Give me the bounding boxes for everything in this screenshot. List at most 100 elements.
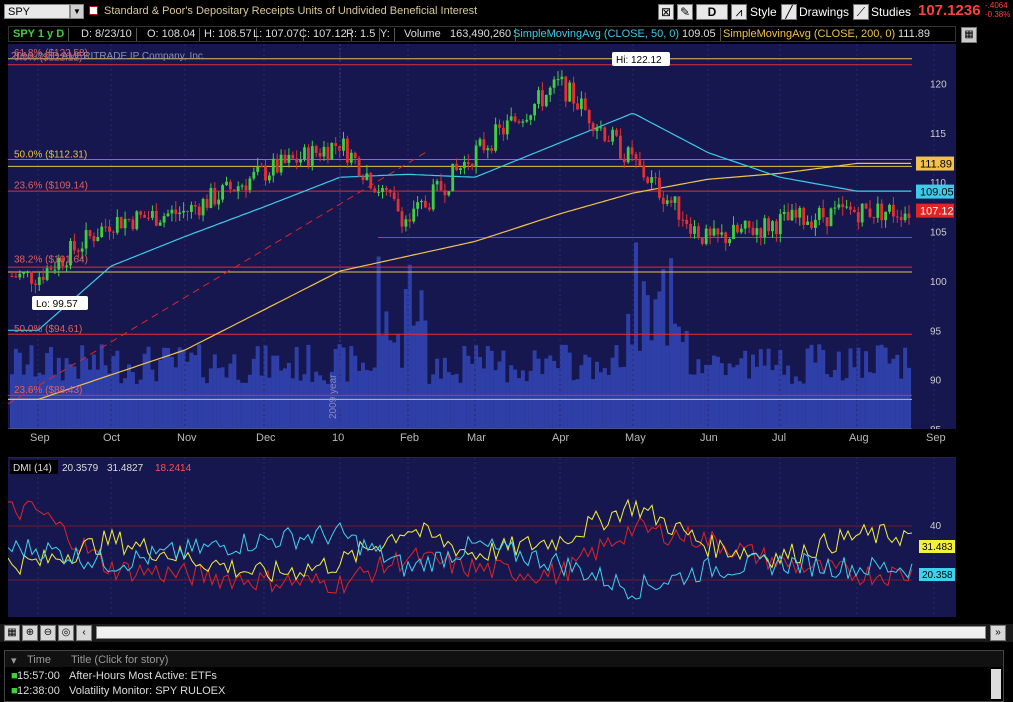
magnifier-icon[interactable]: ◎ <box>58 625 74 641</box>
candle-body <box>377 191 380 193</box>
volume-bar <box>649 340 654 429</box>
volume-bar <box>267 377 272 429</box>
volume-bar <box>641 281 646 429</box>
candle-body <box>115 217 119 233</box>
news-panel: ▾ Time Title (Click for story) ■ 15:57:0… <box>4 650 1004 702</box>
wrench-icon[interactable]: ✎ <box>677 4 693 20</box>
candle-body <box>443 190 447 196</box>
month-label: Jun <box>700 432 718 444</box>
volume-bar <box>154 381 159 429</box>
candle-body <box>544 95 548 107</box>
candle-body <box>108 226 111 232</box>
candle-body <box>837 204 841 208</box>
volume-bar <box>583 354 588 429</box>
news-col-title[interactable]: Title (Click for story) <box>71 654 168 666</box>
volume-bar <box>166 348 170 429</box>
volume-bar <box>895 354 900 429</box>
month-label: Sep <box>30 432 50 444</box>
news-row[interactable]: ■ 15:57:00 After-Hours Most Active: ETFs <box>5 670 995 684</box>
volume-bar <box>673 323 677 429</box>
candle-body <box>599 127 603 129</box>
dmi-chart[interactable]: DMI (14) 20.3579 31.4827 18.2414 40 31.4… <box>8 457 956 617</box>
grid-icon[interactable]: ▦ <box>4 625 20 641</box>
candle-body <box>490 148 494 151</box>
candle-body <box>34 283 37 285</box>
scroll-right-icon[interactable]: » <box>990 625 1006 641</box>
candle-body <box>853 209 856 213</box>
candle-body <box>895 216 899 218</box>
candle-body <box>447 191 451 196</box>
news-row-title[interactable]: Volatility Monitor: SPY RULOEX <box>69 685 225 697</box>
candle-body <box>591 123 595 132</box>
crosshair-icon[interactable]: ⊠ <box>658 4 674 20</box>
news-row-title[interactable]: After-Hours Most Active: ETFs <box>69 670 217 682</box>
info-open: O: 108.04 <box>143 28 201 41</box>
fib-label: 50.0% ($112.31) <box>14 149 87 160</box>
volume-bar <box>427 383 432 429</box>
volume-bar <box>536 358 541 429</box>
price-tick-label: 115 <box>930 129 946 140</box>
candle-body <box>404 219 408 227</box>
zoom-in-icon[interactable]: ⊕ <box>22 625 38 641</box>
candle-body <box>268 175 271 181</box>
aggregation-button[interactable]: D <box>696 4 728 20</box>
volume-bar <box>684 330 689 429</box>
studies-icon[interactable]: ⟋ <box>853 4 869 20</box>
candle-body <box>622 158 626 163</box>
volume-bar <box>618 367 623 429</box>
candle-body <box>474 145 478 167</box>
scroll-track[interactable] <box>96 626 986 639</box>
candle-body <box>654 177 657 179</box>
volume-bar <box>228 363 233 429</box>
style-icon[interactable]: ⩘ <box>731 4 747 20</box>
candle-body <box>903 213 907 221</box>
fib-label: 23.6% ($88.43) <box>14 385 82 396</box>
volume-bar <box>782 374 787 429</box>
candle-body <box>412 208 416 222</box>
candle-body <box>435 181 439 185</box>
symbol-input[interactable]: SPY <box>4 4 70 19</box>
volume-bar <box>669 258 674 429</box>
symbol-dropdown-icon[interactable]: ▼ <box>70 4 84 19</box>
volume-bar <box>251 358 256 429</box>
company-info-icon[interactable] <box>89 6 98 15</box>
volume-bar <box>111 356 116 429</box>
zoom-out-icon[interactable]: ⊖ <box>40 625 56 641</box>
volume-bar <box>290 378 295 429</box>
drawings-icon[interactable]: ╱ <box>781 4 797 20</box>
candle-body <box>420 200 423 203</box>
news-row-time: 12:38:00 <box>17 685 60 697</box>
style-button[interactable]: Style <box>750 5 777 19</box>
volume-bar <box>442 357 447 429</box>
candle-body <box>92 236 96 242</box>
candle-body <box>88 230 92 237</box>
news-row[interactable]: ■ 12:38:00 Volatility Monitor: SPY RULOE… <box>5 685 995 699</box>
volume-bar <box>478 357 482 429</box>
month-label: 10 <box>332 432 345 444</box>
candle-body <box>751 227 755 235</box>
candle-body <box>14 276 18 278</box>
volume-bar <box>400 367 404 429</box>
news-scrollbar[interactable] <box>991 669 1001 699</box>
price-chart[interactable]: 2010 © TD AMERITRADE IP Company, Inc. 61… <box>8 44 956 429</box>
volume-bar <box>700 373 705 429</box>
volume-bar <box>341 347 346 429</box>
last-price: 107.1236 <box>918 2 981 19</box>
candle-body <box>326 146 330 160</box>
volume-bar <box>224 377 229 429</box>
volume-bar <box>786 365 791 429</box>
volume-bar <box>353 355 358 429</box>
scroll-left-icon[interactable]: ‹ <box>76 625 92 641</box>
candle-body <box>49 268 53 270</box>
candle-body <box>685 219 689 224</box>
chart-settings-icon[interactable]: ▦ <box>961 27 977 43</box>
volume-bar <box>119 383 124 429</box>
volume-bar <box>169 356 174 429</box>
candle-body <box>260 166 263 168</box>
drawings-button[interactable]: Drawings <box>799 5 849 19</box>
news-col-time[interactable]: Time <box>27 654 51 666</box>
studies-button[interactable]: Studies <box>871 5 911 19</box>
chart-period[interactable]: SPY 1 y D <box>9 28 70 41</box>
fib-label: 50.0% ($94.61) <box>14 324 82 335</box>
volume-bar <box>747 378 752 429</box>
